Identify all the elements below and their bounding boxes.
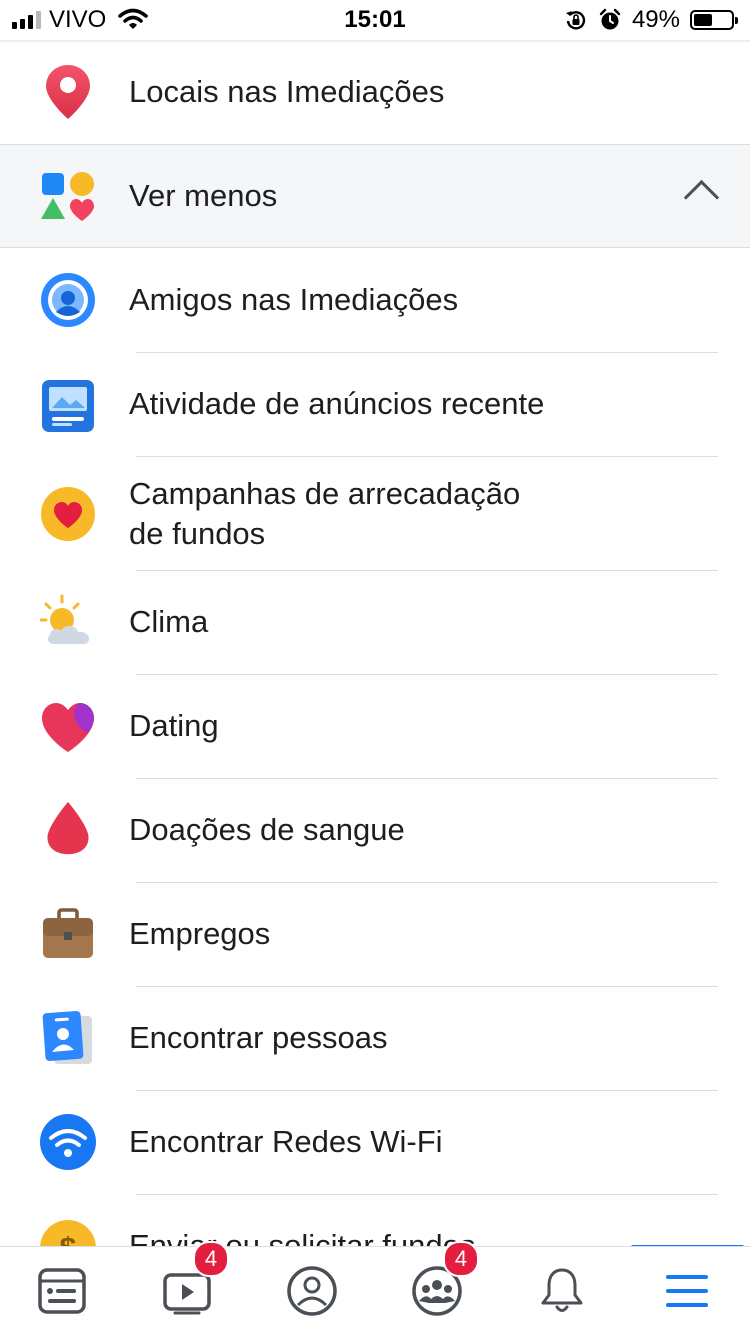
menu-item-find-people[interactable]: Encontrar pessoas — [0, 986, 750, 1090]
battery-icon — [690, 10, 738, 30]
svg-text:$: $ — [60, 1232, 77, 1246]
menu-item-dating[interactable]: Dating — [0, 674, 750, 778]
news-feed-icon — [38, 1268, 86, 1314]
tab-notifications[interactable] — [500, 1247, 625, 1335]
menu-item-label: Encontrar Redes Wi-Fi — [129, 1124, 443, 1159]
tab-watch[interactable]: 4 — [125, 1241, 250, 1335]
recent-ad-activity-icon — [42, 380, 94, 432]
menu-item-label: Empregos — [129, 916, 271, 951]
menu-item-jobs[interactable]: Empregos — [0, 882, 750, 986]
menu-item-label: Encontrar pessoas — [129, 1020, 388, 1055]
shapes-icon — [41, 172, 94, 221]
nearby-friends-icon — [41, 273, 95, 327]
menu-item-blood-donations[interactable]: Doações de sangue — [0, 778, 750, 882]
menu-item-weather[interactable]: Clima — [0, 570, 750, 674]
menu-item-label: Locais nas Imediações — [129, 74, 445, 109]
rotation-lock-icon — [565, 11, 586, 30]
menu-item-label: Dating — [129, 708, 219, 743]
status-bar: VIVO 15:01 49% — [0, 0, 750, 40]
menu-item-label: Atividade de anúncios recente — [129, 386, 545, 421]
bottom-tab-bar: 4 4 — [0, 1241, 750, 1335]
menu-item-nearby-places[interactable]: Locais nas Imediações — [0, 40, 750, 144]
location-pin-icon — [46, 65, 90, 119]
blood-donation-icon — [47, 801, 89, 855]
menu-item-find-wifi[interactable]: Encontrar Redes Wi-Fi — [0, 1090, 750, 1194]
hamburger-menu-icon — [666, 1275, 708, 1307]
tab-news-feed[interactable] — [0, 1247, 125, 1335]
menu-item-label: Campanhas de arrecadação — [129, 476, 521, 511]
jobs-icon — [43, 908, 93, 958]
menu-item-nearby-friends[interactable]: Amigos nas Imediações — [0, 248, 750, 352]
send-request-money-icon: $ — [40, 1220, 96, 1246]
menu-item-label: Clima — [129, 604, 209, 639]
find-wifi-icon — [40, 1114, 96, 1170]
see-less-toggle[interactable]: Ver menos — [0, 144, 750, 248]
find-people-icon — [42, 1011, 92, 1064]
dating-icon — [42, 703, 94, 752]
watch-notification-badge: 4 — [193, 1241, 229, 1277]
bell-icon — [541, 1268, 583, 1312]
chevron-up-icon — [683, 179, 720, 216]
weather-icon — [40, 594, 90, 644]
alarm-icon — [599, 8, 621, 30]
menu-item-recent-ad-activity[interactable]: Atividade de anúncios recente — [0, 352, 750, 456]
menu-item-send-request-money[interactable]: $ Enviar ou solicitar fundos — [0, 1194, 750, 1246]
menu-item-label: Amigos nas Imediações — [129, 282, 459, 317]
tab-profile[interactable] — [250, 1247, 375, 1335]
profile-icon — [287, 1266, 337, 1316]
menu-item-fundraisers[interactable]: Campanhas de arrecadação de fundos — [0, 456, 750, 570]
tab-groups[interactable]: 4 — [375, 1241, 500, 1335]
fundraisers-icon — [41, 487, 95, 541]
tab-menu[interactable] — [625, 1247, 750, 1335]
battery-percentage: 49% — [631, 6, 680, 33]
groups-notification-badge: 4 — [443, 1241, 479, 1277]
menu-item-label-line2: de fundos — [129, 516, 266, 551]
menu-item-label: Enviar ou solicitar fundos — [129, 1228, 476, 1246]
see-less-label: Ver menos — [129, 178, 278, 213]
menu-item-label: Doações de sangue — [129, 812, 405, 847]
